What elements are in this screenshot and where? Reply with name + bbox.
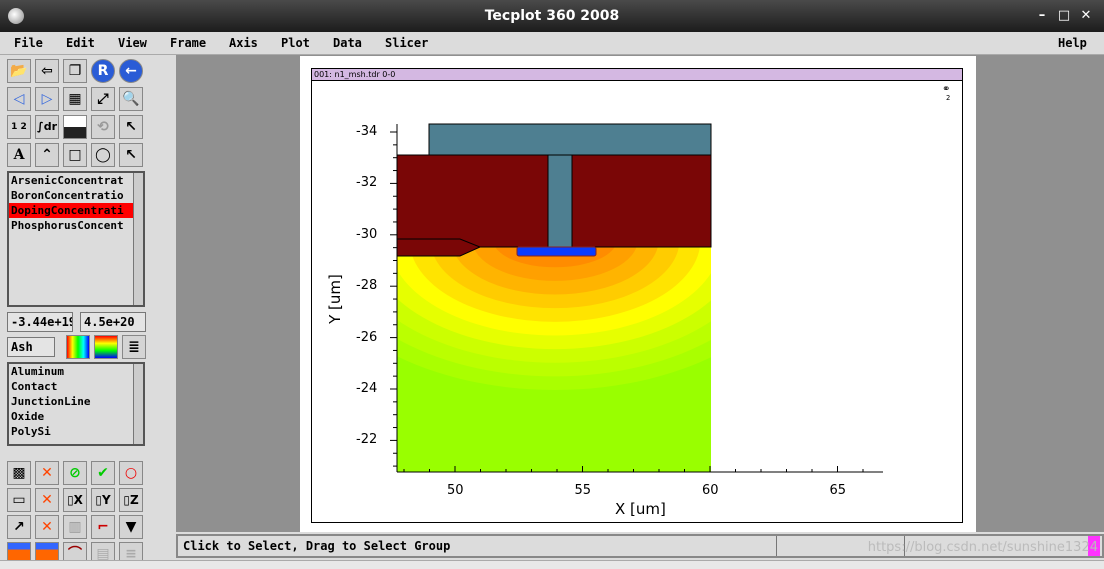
contact-region (516, 246, 597, 257)
y-tick-label: -34 (356, 124, 378, 139)
y-tick-label: -32 (356, 175, 378, 191)
x-tick-label: 65 (829, 483, 847, 498)
y-tick-label: -26 (356, 329, 378, 345)
x-tick-label: 55 (574, 483, 592, 498)
status-message: Click to Select, Drag to Select Group (183, 539, 451, 553)
y-tick-label: -22 (356, 432, 378, 448)
aluminum-via (547, 154, 573, 248)
watermark: https://blog.csdn.net/sunshine1324 (867, 540, 1098, 555)
x-tick-label: 60 (702, 483, 719, 498)
aluminum-region (428, 123, 712, 156)
x-tick-label: 50 (447, 483, 464, 498)
y-tick-label: -24 (356, 381, 378, 396)
y-tick-label: -28 (356, 278, 378, 294)
oxide-region-right (571, 154, 712, 248)
y-tick-label: -30 (356, 226, 378, 242)
contour-plot[interactable] (0, 0, 1104, 569)
taskbar (0, 560, 1104, 569)
x-axis-label: X [um] (615, 500, 666, 518)
y-axis-label: Y [um] (325, 274, 344, 324)
oxide-region-left (396, 154, 549, 248)
